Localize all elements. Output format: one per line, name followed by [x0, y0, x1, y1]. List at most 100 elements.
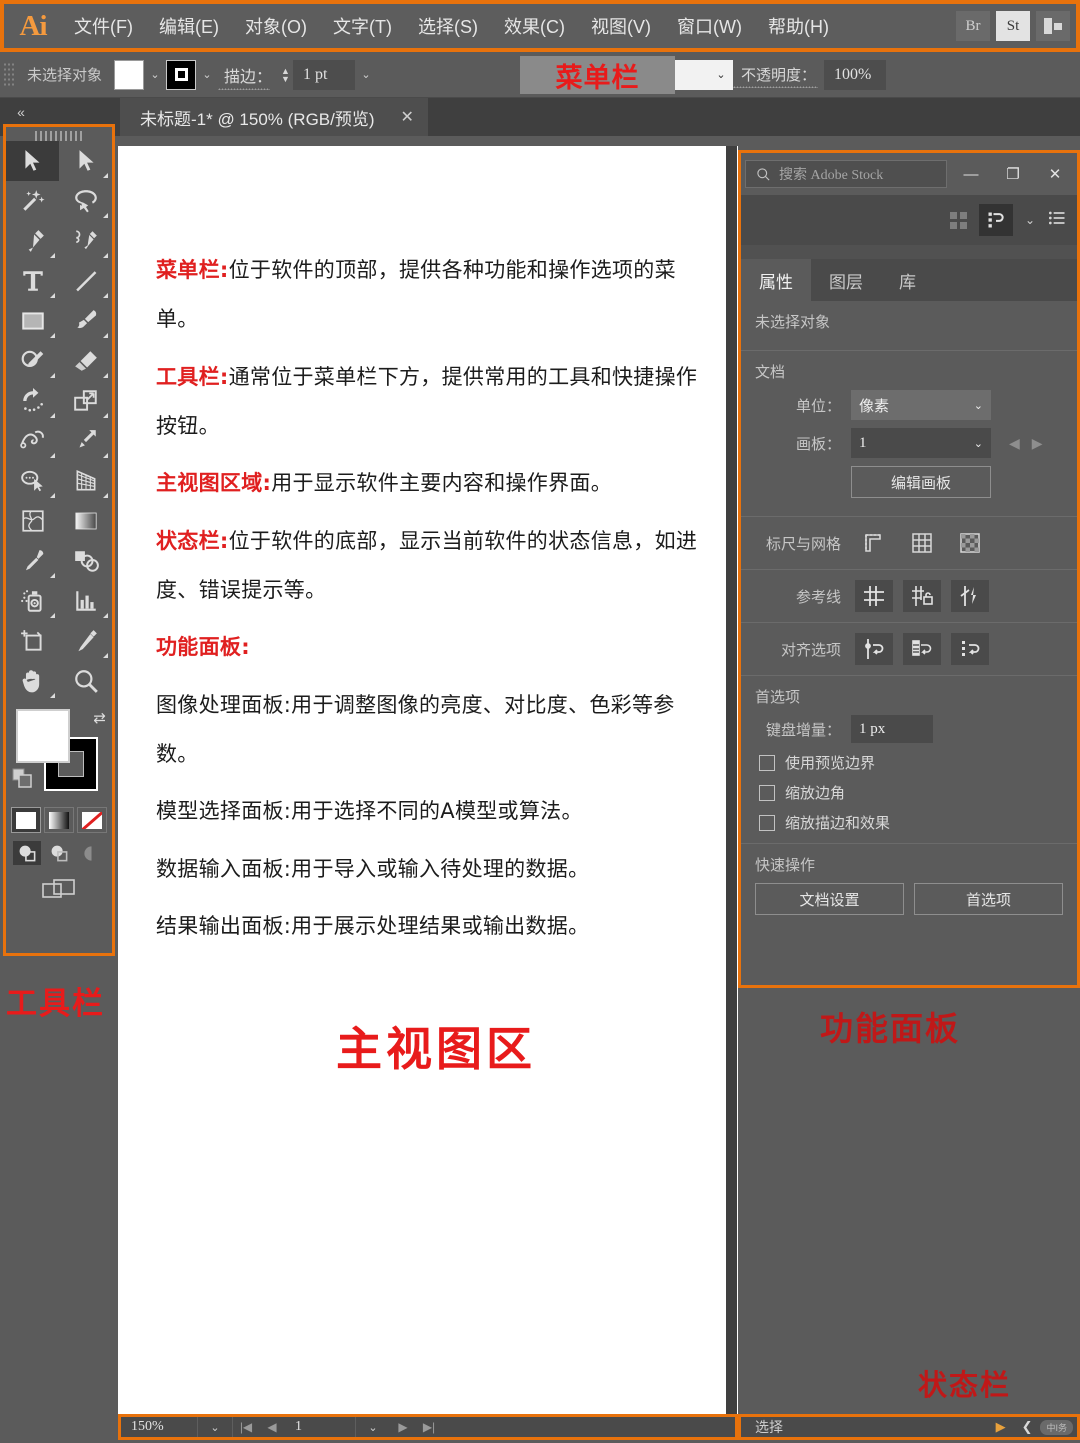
- properties-panel-icon[interactable]: [978, 204, 1013, 236]
- direct-selection-tool[interactable]: [59, 141, 112, 181]
- menu-item-view[interactable]: 视图(V): [579, 9, 663, 43]
- menu-item-type[interactable]: 文字(T): [321, 9, 404, 43]
- document-setup-button[interactable]: 文档设置: [755, 883, 904, 915]
- search-input[interactable]: 搜索 Adobe Stock: [745, 160, 947, 188]
- tools-panel-grip[interactable]: [35, 131, 83, 141]
- blend-tool[interactable]: [59, 541, 112, 581]
- snap-to-pixel-icon[interactable]: [951, 633, 989, 665]
- lock-guides-icon[interactable]: [903, 580, 941, 612]
- mesh-tool[interactable]: [6, 501, 59, 541]
- main-canvas-area[interactable]: 菜单栏:位于软件的顶部，提供各种功能和操作选项的菜单。 工具栏:通常位于菜单栏下…: [118, 146, 738, 1414]
- play-icon[interactable]: ▶: [988, 1419, 1014, 1435]
- restore-button[interactable]: ❐: [995, 160, 1031, 188]
- stroke-dropdown-chevron-icon[interactable]: ⌄: [196, 59, 219, 90]
- stroke-width-field[interactable]: 1 pt: [292, 59, 355, 90]
- draw-behind-button[interactable]: [45, 841, 73, 865]
- tab-layers[interactable]: 图层: [811, 259, 881, 301]
- perspective-grid-tool[interactable]: [59, 461, 112, 501]
- checkbox-scale-strokes-effects[interactable]: 缩放描边和效果: [759, 812, 1063, 833]
- stroke-profile-chevron-icon[interactable]: ⌄: [708, 59, 733, 90]
- eyedropper-tool[interactable]: [6, 541, 59, 581]
- fill-dropdown-chevron-icon[interactable]: ⌄: [144, 59, 167, 90]
- shaper-tool[interactable]: [6, 341, 59, 381]
- paintbrush-tool[interactable]: [59, 301, 112, 341]
- rotate-tool[interactable]: [6, 381, 59, 421]
- magic-wand-tool[interactable]: [6, 181, 59, 221]
- draw-inside-button[interactable]: [77, 841, 105, 865]
- show-grid-icon[interactable]: [903, 527, 941, 559]
- type-tool[interactable]: [6, 261, 59, 301]
- bridge-button[interactable]: Br: [956, 11, 990, 41]
- gradient-mode-button[interactable]: [44, 807, 74, 833]
- chevron-down-icon[interactable]: ⌄: [1025, 213, 1035, 227]
- shape-builder-tool[interactable]: [6, 461, 59, 501]
- line-segment-tool[interactable]: [59, 261, 112, 301]
- tab-properties[interactable]: 属性: [741, 259, 811, 301]
- opacity-field[interactable]: 100%: [823, 59, 886, 90]
- collapse-panel-icon[interactable]: «: [6, 100, 36, 124]
- previous-artboard-icon[interactable]: ◀: [259, 1420, 285, 1434]
- color-mode-button[interactable]: [11, 807, 41, 833]
- rectangle-tool[interactable]: [6, 301, 59, 341]
- control-bar-grip[interactable]: [3, 61, 15, 88]
- edit-artboard-button[interactable]: 编辑画板: [851, 466, 991, 498]
- draw-normal-button[interactable]: [13, 841, 41, 865]
- symbol-sprayer-tool[interactable]: [6, 581, 59, 621]
- collapse-status-icon[interactable]: ❮: [1014, 1419, 1041, 1435]
- zoom-dropdown-icon[interactable]: ⌄: [198, 1421, 232, 1434]
- stroke-width-chevron-icon[interactable]: ⌄: [354, 59, 377, 90]
- canvas-vertical-scrollbar[interactable]: [726, 146, 737, 1414]
- menu-item-help[interactable]: 帮助(H): [756, 9, 841, 43]
- fill-color-swatch[interactable]: [114, 59, 145, 90]
- snap-to-grid-icon[interactable]: [903, 633, 941, 665]
- next-artboard-icon[interactable]: ▶: [390, 1420, 416, 1434]
- menu-item-select[interactable]: 选择(S): [406, 9, 490, 43]
- show-guides-icon[interactable]: [855, 580, 893, 612]
- eraser-tool[interactable]: [59, 341, 112, 381]
- slice-tool[interactable]: [59, 621, 112, 661]
- keyboard-increment-field[interactable]: 1 px: [851, 715, 933, 743]
- lasso-tool[interactable]: [59, 181, 112, 221]
- stroke-width-stepper[interactable]: ▲ ▼: [278, 66, 293, 83]
- artboard-dropdown-icon[interactable]: ⌄: [356, 1421, 390, 1434]
- menu-item-file[interactable]: 文件(F): [62, 9, 145, 43]
- show-transparency-grid-icon[interactable]: [951, 527, 989, 559]
- preferences-button[interactable]: 首选项: [914, 883, 1063, 915]
- menu-item-effect[interactable]: 效果(C): [492, 9, 577, 43]
- pen-tool[interactable]: [6, 221, 59, 261]
- free-transform-tool[interactable]: [59, 421, 112, 461]
- checkbox-use-preview-bounds[interactable]: 使用预览边界: [759, 752, 1063, 773]
- scale-tool[interactable]: [59, 381, 112, 421]
- screen-mode-button[interactable]: [42, 877, 76, 906]
- panel-menu-icon[interactable]: [1047, 208, 1067, 233]
- fill-swatch[interactable]: [16, 709, 70, 763]
- column-graph-tool[interactable]: [59, 581, 112, 621]
- artboard-number-field[interactable]: 1: [285, 1419, 355, 1435]
- show-rulers-icon[interactable]: [855, 527, 893, 559]
- none-mode-button[interactable]: [77, 807, 107, 833]
- unit-select[interactable]: 像素 ⌄: [851, 390, 991, 420]
- artboard-select[interactable]: 1 ⌄: [851, 428, 991, 458]
- next-artboard-icon[interactable]: ▶: [1032, 435, 1043, 452]
- first-artboard-icon[interactable]: |◀: [233, 1420, 259, 1434]
- grid-dots-icon[interactable]: [949, 211, 967, 229]
- workspace-switcher-icon[interactable]: [1036, 11, 1070, 41]
- tab-libraries[interactable]: 库: [881, 259, 934, 301]
- stroke-color-swatch[interactable]: [166, 59, 197, 90]
- zoom-level-field[interactable]: 150%: [121, 1419, 197, 1435]
- stock-button[interactable]: St: [996, 11, 1030, 41]
- close-icon[interactable]: ✕: [401, 107, 414, 127]
- checkbox-scale-corners[interactable]: 缩放边角: [759, 782, 1063, 803]
- close-button[interactable]: ✕: [1037, 160, 1073, 188]
- hand-tool[interactable]: [6, 661, 59, 701]
- smart-guides-icon[interactable]: [951, 580, 989, 612]
- last-artboard-icon[interactable]: ▶|: [416, 1420, 442, 1434]
- default-fill-stroke-icon[interactable]: [12, 768, 38, 797]
- gradient-tool[interactable]: [59, 501, 112, 541]
- curvature-tool[interactable]: [59, 221, 112, 261]
- snap-to-point-icon[interactable]: [855, 633, 893, 665]
- zoom-tool[interactable]: [59, 661, 112, 701]
- minimize-button[interactable]: —: [953, 160, 989, 188]
- document-tab[interactable]: 未标题-1* @ 150% (RGB/预览) ✕: [120, 98, 428, 136]
- artboard-tool[interactable]: [6, 621, 59, 661]
